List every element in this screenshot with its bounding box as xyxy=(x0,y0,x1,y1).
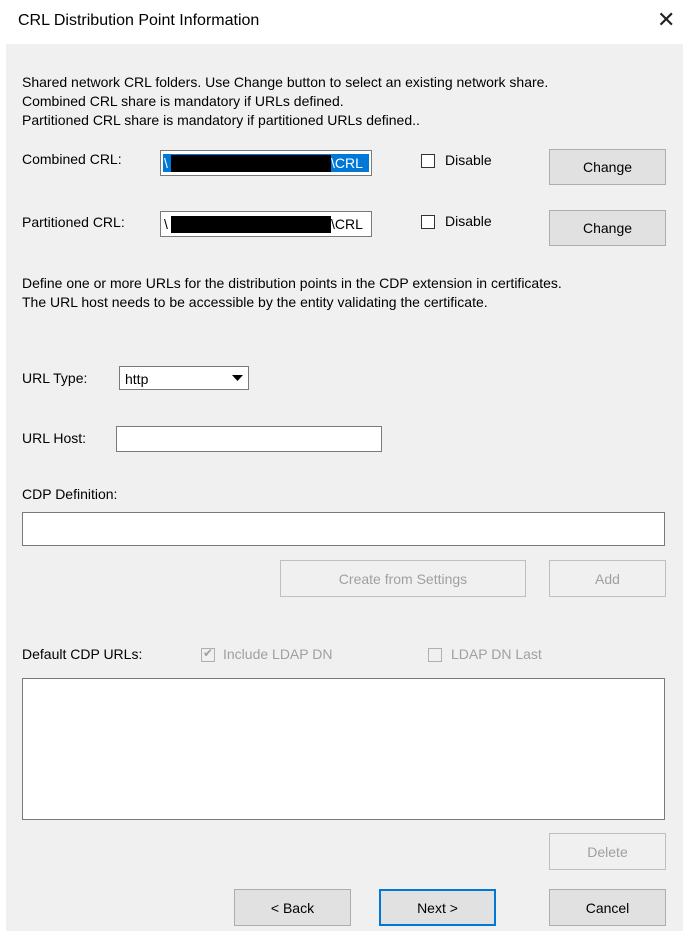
url-host-input[interactable] xyxy=(116,426,382,452)
combined-crl-prefix: \ xyxy=(164,155,168,171)
partitioned-disable-checkbox[interactable] xyxy=(421,215,435,229)
combined-crl-suffix: \CRL xyxy=(331,155,363,171)
delete-button[interactable]: Delete xyxy=(549,833,666,870)
partitioned-crl-field[interactable]: \ \CRL xyxy=(160,211,372,237)
combined-disable-checkbox[interactable] xyxy=(421,154,435,168)
ldap-dn-last-label: LDAP DN Last xyxy=(451,646,542,662)
redacted-path xyxy=(171,216,331,233)
intro-line-1: Shared network CRL folders. Use Change b… xyxy=(22,74,549,90)
partitioned-change-button[interactable]: Change xyxy=(549,210,666,246)
partitioned-crl-label: Partitioned CRL: xyxy=(22,214,125,230)
dialog-body: Shared network CRL folders. Use Change b… xyxy=(6,44,683,931)
partitioned-crl-prefix: \ xyxy=(164,216,168,232)
include-ldap-dn-label: Include LDAP DN xyxy=(223,646,333,662)
url-type-select[interactable]: http xyxy=(119,366,249,390)
add-button[interactable]: Add xyxy=(549,560,666,597)
combined-change-button[interactable]: Change xyxy=(549,149,666,185)
cancel-button[interactable]: Cancel xyxy=(549,889,666,926)
ldap-dn-last-checkbox[interactable] xyxy=(428,648,442,662)
partitioned-crl-suffix: \CRL xyxy=(331,216,363,232)
check-icon: ✔ xyxy=(203,646,214,660)
combined-crl-field[interactable]: \ \CRL xyxy=(160,150,372,176)
url-type-value: http xyxy=(125,371,149,387)
default-cdp-urls-list[interactable] xyxy=(22,678,665,820)
chevron-down-icon[interactable] xyxy=(227,368,247,388)
title-bar: CRL Distribution Point Information ✕ xyxy=(0,0,683,44)
next-button[interactable]: Next > xyxy=(379,889,496,926)
url-desc-line-2: The URL host needs to be accessible by t… xyxy=(22,294,488,310)
include-ldap-dn-checkbox[interactable]: ✔ xyxy=(201,646,215,662)
combined-disable-label: Disable xyxy=(445,152,492,168)
default-cdp-urls-label: Default CDP URLs: xyxy=(22,646,143,662)
redacted-path xyxy=(171,155,331,172)
cdp-definition-label: CDP Definition: xyxy=(22,486,118,502)
partitioned-disable-label: Disable xyxy=(445,213,492,229)
create-from-settings-button[interactable]: Create from Settings xyxy=(280,560,526,597)
window-title: CRL Distribution Point Information xyxy=(18,12,260,29)
url-host-label: URL Host: xyxy=(22,430,87,446)
intro-line-2: Combined CRL share is mandatory if URLs … xyxy=(22,93,344,109)
url-type-label: URL Type: xyxy=(22,370,88,386)
combined-crl-label: Combined CRL: xyxy=(22,151,122,167)
intro-line-3: Partitioned CRL share is mandatory if pa… xyxy=(22,112,420,128)
close-icon[interactable]: ✕ xyxy=(657,9,675,31)
cdp-definition-input[interactable] xyxy=(22,512,665,546)
back-button[interactable]: < Back xyxy=(234,889,351,926)
url-desc-line-1: Define one or more URLs for the distribu… xyxy=(22,275,562,291)
